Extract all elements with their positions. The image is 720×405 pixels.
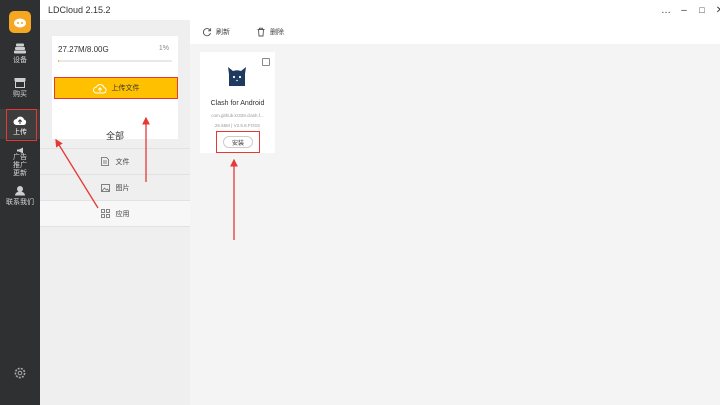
sidebar-item-label: 广告 推广 更新 [13, 154, 27, 177]
maximize-button[interactable]: □ [696, 4, 708, 16]
sidebar-upload-highlight [6, 109, 37, 141]
megaphone-icon [13, 146, 27, 154]
app-name: Clash for Android [210, 100, 265, 107]
refresh-icon [202, 27, 212, 37]
sidebar-item-contact[interactable]: 联系我们 [0, 184, 40, 210]
file-grid: Clash for Android com.github.kr328.clash… [190, 44, 720, 405]
upload-file-button[interactable]: 上传文件 [54, 77, 178, 99]
gear-icon[interactable] [13, 366, 27, 380]
category-list: 全部 文件 图片 应用 [40, 123, 190, 227]
install-highlight: 安装 [216, 131, 260, 153]
app-card[interactable]: Clash for Android com.github.kr328.clash… [200, 52, 275, 153]
select-checkbox[interactable] [262, 58, 270, 66]
minimize-button[interactable]: – [678, 4, 690, 16]
cloud-upload-icon [92, 82, 107, 94]
image-icon [100, 183, 110, 192]
category-label: 应用 [115, 210, 130, 218]
sidebar-item-devices[interactable]: 设备 [0, 42, 40, 68]
category-label: 全部 [105, 131, 124, 141]
apps-grid-icon [100, 209, 110, 218]
close-button[interactable]: ✕ [714, 4, 720, 16]
sidebar: 设备 购买 上传 广告 推广 更新 联系我们 [0, 0, 40, 405]
app-meta: 26.55M | V2.5.8.FOSS [214, 123, 261, 128]
delete-button[interactable]: 删除 [256, 27, 284, 37]
upload-button-label: 上传文件 [111, 85, 140, 92]
store-icon [13, 76, 27, 88]
app-logo [9, 11, 31, 33]
clash-cat-icon [228, 67, 246, 86]
category-label: 文件 [115, 158, 130, 166]
category-images[interactable]: 图片 [40, 175, 190, 201]
delete-label: 删除 [270, 29, 284, 36]
ldcloud-logo-icon [14, 18, 26, 28]
storage-used: 27.27M/8.00G [58, 45, 109, 54]
phone-stack-icon [13, 42, 27, 54]
app-package: com.github.kr328.clash.f... [211, 113, 264, 118]
trash-icon [256, 27, 266, 37]
toolbar: 刷新 删除 [190, 20, 720, 44]
title-bar: LDCloud 2.15.2 … – □ ✕ [40, 0, 720, 20]
sidebar-item-purchase[interactable]: 购买 [0, 76, 40, 102]
sidebar-item-label: 购买 [13, 91, 27, 98]
document-icon [100, 157, 110, 166]
refresh-label: 刷新 [216, 29, 230, 36]
contact-icon [13, 184, 27, 196]
refresh-button[interactable]: 刷新 [202, 27, 230, 37]
storage-progress-fill [58, 60, 60, 62]
storage-percent: 1% [158, 45, 169, 52]
sidebar-item-promo[interactable]: 广告 推广 更新 [0, 146, 40, 180]
storage-progress-bar [58, 60, 172, 62]
category-apps[interactable]: 应用 [40, 201, 190, 227]
category-files[interactable]: 文件 [40, 149, 190, 175]
category-all[interactable]: 全部 [40, 123, 190, 149]
app-title: LDCloud 2.15.2 [48, 5, 111, 15]
more-icon[interactable]: … [660, 4, 672, 16]
category-label: 图片 [115, 184, 130, 192]
install-button[interactable]: 安装 [223, 136, 253, 148]
sidebar-item-label: 联系我们 [6, 199, 34, 206]
sidebar-item-label: 设备 [13, 57, 27, 64]
